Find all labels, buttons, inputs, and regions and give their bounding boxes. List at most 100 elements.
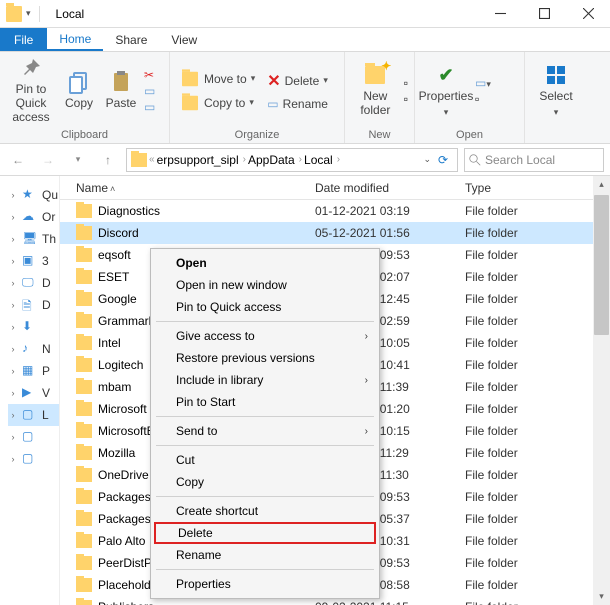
history-button[interactable]: ▾: [66, 148, 90, 172]
navbar: ← → ▾ ↑ « erpsupport_sipl› AppData› Loca…: [0, 144, 610, 176]
newfolder-button[interactable]: ✦ New folder: [351, 54, 400, 127]
folder-icon: [76, 446, 92, 460]
paste-button[interactable]: Paste: [102, 54, 140, 127]
folder-icon: [76, 270, 92, 284]
folder-icon: [76, 578, 92, 592]
tree-item[interactable]: ›▢: [8, 448, 59, 470]
search-input[interactable]: Search Local: [464, 148, 604, 172]
qat-toggle[interactable]: ▾: [26, 8, 31, 19]
chevron-right-icon: ›: [365, 426, 368, 437]
forward-button[interactable]: →: [36, 148, 60, 172]
ribbon: Pin to Quick access Copy Paste ✂ ▭ ▭ Cli…: [0, 52, 610, 144]
ctx-cut[interactable]: Cut: [154, 449, 376, 471]
tree-item[interactable]: ›▣3: [8, 250, 59, 272]
back-button[interactable]: ←: [6, 148, 30, 172]
tab-file[interactable]: File: [0, 28, 47, 51]
scroll-up-button[interactable]: ▴: [593, 176, 610, 193]
folder-icon: [76, 402, 92, 416]
ctx-pin-start[interactable]: Pin to Start: [154, 391, 376, 413]
folder-icon: [76, 424, 92, 438]
tree-icon: ▢: [22, 429, 38, 445]
ctx-rename[interactable]: Rename: [154, 544, 376, 566]
tree-item[interactable]: ›★Qu: [8, 184, 59, 206]
scroll-down-button[interactable]: ▾: [593, 588, 610, 605]
tree-item[interactable]: ›🖵D: [8, 272, 59, 294]
tree-icon: ★: [22, 187, 38, 203]
copyto-button[interactable]: Copy to ▾: [176, 92, 259, 114]
ctx-include-library[interactable]: Include in library›: [154, 369, 376, 391]
nav-tree[interactable]: ›★Qu›☁Or›🖥Th›▣3›🖵D›🗎D›⬇›♪N›▦P›▶V›▢L›▢›▢: [0, 176, 60, 605]
tree-item[interactable]: ›▦P: [8, 360, 59, 382]
folder-icon: [76, 512, 92, 526]
tree-icon: ⬇: [22, 319, 38, 335]
scroll-thumb[interactable]: [594, 195, 609, 335]
copy-button[interactable]: Copy: [60, 54, 98, 127]
ctx-copy[interactable]: Copy: [154, 471, 376, 493]
tree-item[interactable]: ›⬇: [8, 316, 59, 338]
ctx-pin-quickaccess[interactable]: Pin to Quick access: [154, 296, 376, 318]
tab-share[interactable]: Share: [103, 28, 159, 51]
table-row[interactable]: Discord05-12-2021 01:56File folder: [60, 222, 610, 244]
up-button[interactable]: ↑: [96, 148, 120, 172]
tree-item[interactable]: ›☁Or: [8, 206, 59, 228]
ctx-open[interactable]: Open: [154, 252, 376, 274]
folder-icon: [76, 292, 92, 306]
pin-quickaccess-button[interactable]: Pin to Quick access: [6, 54, 56, 127]
ctx-open-new-window[interactable]: Open in new window: [154, 274, 376, 296]
tree-item[interactable]: ›♪N: [8, 338, 59, 360]
paste-shortcut-icon[interactable]: ▭: [144, 100, 155, 114]
tree-item[interactable]: ›▢: [8, 426, 59, 448]
refresh-button[interactable]: ⟳: [433, 153, 453, 167]
ctx-restore[interactable]: Restore previous versions: [154, 347, 376, 369]
ctx-properties[interactable]: Properties: [154, 573, 376, 595]
close-button[interactable]: [566, 0, 610, 28]
vertical-scrollbar[interactable]: ▴ ▾: [593, 176, 610, 605]
chevron-right-icon: ›: [365, 331, 368, 342]
crumb-2[interactable]: AppData›: [248, 153, 302, 167]
crumb-3[interactable]: Local›: [304, 153, 340, 167]
folder-icon: [76, 226, 92, 240]
address-bar[interactable]: « erpsupport_sipl› AppData› Local› ⌄ ⟳: [126, 148, 458, 172]
ctx-send-to[interactable]: Send to›: [154, 420, 376, 442]
folder-icon: [76, 534, 92, 548]
addr-drop[interactable]: ⌄: [423, 154, 431, 165]
tree-item[interactable]: ›▶V: [8, 382, 59, 404]
columns-header[interactable]: Name˄ Date modified Type: [60, 176, 610, 200]
tab-home[interactable]: Home: [47, 28, 103, 51]
rename-button[interactable]: ▭Rename: [263, 95, 332, 113]
ribbon-tabs: File Home Share View: [0, 28, 610, 52]
select-button[interactable]: Select ▾: [531, 54, 581, 127]
tree-icon: ▣: [22, 253, 38, 269]
moveto-button[interactable]: Move to ▾: [176, 68, 259, 90]
folder-icon: [76, 468, 92, 482]
organize-group-label: Organize: [170, 129, 344, 143]
window-title: Local: [50, 7, 91, 21]
tree-icon: ▢: [22, 407, 38, 423]
folder-icon: [76, 358, 92, 372]
tree-icon: ▢: [22, 451, 38, 467]
maximize-button[interactable]: [522, 0, 566, 28]
tree-icon: ☁: [22, 209, 38, 225]
open-extras: ▭▾ ▫: [475, 76, 491, 106]
cut-icon[interactable]: ✂: [144, 68, 155, 82]
properties-button[interactable]: ✔ Properties ▾: [421, 54, 471, 127]
copy-path-icon[interactable]: ▭: [144, 84, 155, 98]
tab-view[interactable]: View: [159, 28, 209, 51]
folder-icon: [131, 153, 147, 167]
tree-item[interactable]: ›▢L: [8, 404, 59, 426]
table-row[interactable]: Diagnostics01-12-2021 03:19File folder: [60, 200, 610, 222]
ctx-delete[interactable]: Delete: [154, 522, 376, 544]
crumb-1[interactable]: erpsupport_sipl›: [157, 153, 246, 167]
minimize-button[interactable]: [478, 0, 522, 28]
delete-button[interactable]: ✕Delete ▾: [263, 69, 332, 93]
ctx-give-access[interactable]: Give access to›: [154, 325, 376, 347]
tree-icon: 🖥: [22, 231, 38, 247]
folder-icon: [76, 204, 92, 218]
sort-asc-icon: ˄: [110, 184, 115, 194]
folder-icon: [76, 336, 92, 350]
open-group-label: Open: [415, 129, 524, 143]
ctx-create-shortcut[interactable]: Create shortcut: [154, 500, 376, 522]
tree-item[interactable]: ›🗎D: [8, 294, 59, 316]
search-icon: [469, 154, 481, 166]
tree-item[interactable]: ›🖥Th: [8, 228, 59, 250]
